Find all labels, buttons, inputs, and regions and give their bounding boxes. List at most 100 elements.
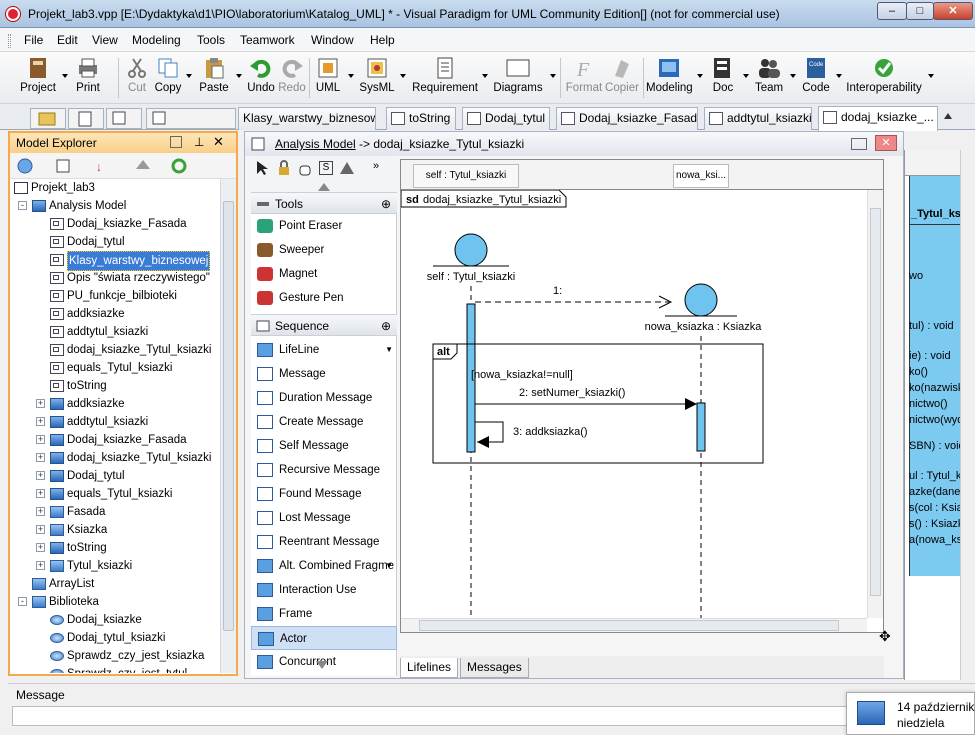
- sort-icon[interactable]: ↓: [94, 157, 112, 175]
- palette-item[interactable]: Interaction Use: [251, 578, 397, 602]
- redo-button[interactable]: Redo: [277, 54, 307, 102]
- palette-item[interactable]: Recursive Message: [251, 458, 397, 482]
- diagram-canvas[interactable]: self : Tytul_ksiazki nowa_ksi... sd doda…: [400, 159, 884, 633]
- tree-item[interactable]: toString: [10, 377, 220, 395]
- paste-button[interactable]: Paste: [196, 54, 232, 102]
- tab-dodaj-ksiazke-tytul[interactable]: dodaj_ksiazke_...: [818, 106, 938, 131]
- requirement-dropdown[interactable]: [482, 74, 488, 78]
- tree-item[interactable]: Opis "świata rzeczywistego": [10, 269, 220, 287]
- tab-dodaj-ksiazke-fasada[interactable]: Dodaj_ksiazke_Fasada: [556, 107, 698, 130]
- expand-icon[interactable]: +: [36, 435, 45, 444]
- requirement-button[interactable]: Requirement: [410, 54, 480, 102]
- menu-file[interactable]: File: [24, 33, 43, 47]
- menu-edit[interactable]: Edit: [57, 33, 78, 47]
- palette-item[interactable]: Lost Message: [251, 506, 397, 530]
- expand-icon[interactable]: +: [36, 543, 45, 552]
- doc-dropdown[interactable]: [743, 74, 749, 78]
- tree-item[interactable]: ArrayList: [10, 575, 220, 593]
- copy-button[interactable]: Copy: [152, 54, 184, 102]
- project-dropdown[interactable]: [62, 74, 68, 78]
- expand-icon[interactable]: +: [36, 471, 45, 480]
- menu-modeling[interactable]: Modeling: [132, 33, 181, 47]
- sysml-dropdown[interactable]: [400, 74, 406, 78]
- palette-scroll-down-icon[interactable]: [315, 660, 329, 670]
- print-button[interactable]: Print: [70, 54, 106, 102]
- cut-button[interactable]: Cut: [122, 54, 152, 102]
- copy-dropdown[interactable]: [186, 74, 192, 78]
- tree-item[interactable]: Klasy_warstwy_biznesowej: [10, 251, 220, 271]
- snap-icon[interactable]: S: [319, 161, 333, 175]
- uml-button[interactable]: UML: [312, 54, 344, 102]
- expand-icon[interactable]: +: [36, 417, 45, 426]
- date-popup[interactable]: 14 października niedziela: [846, 692, 975, 735]
- tree-item[interactable]: Projekt_lab3: [10, 179, 220, 197]
- tree-item[interactable]: Dodaj_ksiazke_Fasada: [10, 215, 220, 233]
- tree-item[interactable]: addksiazke: [10, 305, 220, 323]
- refresh-icon[interactable]: [170, 157, 188, 175]
- breadcrumb-link-analysis-model[interactable]: Analysis Model: [275, 137, 356, 151]
- new-model-icon[interactable]: [16, 157, 34, 175]
- maximize-button[interactable]: □: [906, 2, 934, 20]
- palette-group-sequence[interactable]: Sequence ⊕: [251, 314, 397, 336]
- lock-icon[interactable]: [277, 160, 291, 176]
- tab-dodaj-tytul[interactable]: Dodaj_tytul: [462, 107, 550, 130]
- pin-icon[interactable]: ⊕: [381, 193, 391, 215]
- code-button[interactable]: Code Code: [800, 54, 832, 102]
- palette-item[interactable]: Create Message: [251, 410, 397, 434]
- modeling-dropdown[interactable]: [697, 74, 703, 78]
- lane-header-nowa[interactable]: nowa_ksi...: [673, 164, 729, 188]
- team-dropdown[interactable]: [790, 74, 796, 78]
- tree-item[interactable]: + Ksiazka: [10, 521, 220, 539]
- tree-item[interactable]: + Tytul_ksiazki: [10, 557, 220, 575]
- uml-dropdown[interactable]: [348, 74, 354, 78]
- tab-tostring[interactable]: toString: [386, 107, 456, 130]
- hand-icon[interactable]: [297, 160, 313, 176]
- tab-klasy-warstwy[interactable]: Klasy_warstwy_biznesowej: [238, 107, 376, 130]
- tree-item[interactable]: + equals_Tytul_ksiazki: [10, 485, 220, 503]
- expand-icon[interactable]: +: [36, 525, 45, 534]
- collapse-icon[interactable]: -: [18, 597, 27, 606]
- tree-item[interactable]: + addtytul_ksiazki: [10, 413, 220, 431]
- tree-view-icon[interactable]: [54, 157, 72, 175]
- tree-item[interactable]: + addksiazke: [10, 395, 220, 413]
- palette-scroll-up-icon[interactable]: [317, 182, 331, 192]
- lane-header-self[interactable]: self : Tytul_ksiazki: [413, 164, 519, 188]
- modeling-button[interactable]: Modeling: [646, 54, 693, 102]
- tree-item[interactable]: + Dodaj_ksiazke_Fasada: [10, 431, 220, 449]
- move-icon[interactable]: ✥: [879, 628, 891, 645]
- palette-item[interactable]: Self Message: [251, 434, 397, 458]
- doc-button[interactable]: Doc: [706, 54, 740, 102]
- tree-item[interactable]: dodaj_ksiazke_Tytul_ksiazki: [10, 341, 220, 359]
- scroll-thumb[interactable]: [870, 208, 881, 596]
- restore-icon[interactable]: [851, 138, 867, 150]
- project-button[interactable]: Project: [18, 54, 58, 102]
- palette-more-icon[interactable]: »: [373, 160, 379, 172]
- palette-item[interactable]: Message: [251, 362, 397, 386]
- tree-item[interactable]: - Biblioteka: [10, 593, 220, 611]
- tab-class-panel[interactable]: [106, 108, 142, 129]
- menu-tools[interactable]: Tools: [197, 33, 225, 47]
- tree-item[interactable]: - Analysis Model: [10, 197, 220, 215]
- tree-item[interactable]: Dodaj_tytul_ksiazki: [10, 629, 220, 647]
- palette-item[interactable]: Duration Message: [251, 386, 397, 410]
- menu-teamwork[interactable]: Teamwork: [240, 33, 295, 47]
- navigate-back-icon[interactable]: [134, 157, 152, 175]
- canvas-hscrollbar[interactable]: [401, 618, 867, 632]
- menu-help[interactable]: Help: [370, 33, 395, 47]
- tab-lifelines[interactable]: Lifelines: [400, 658, 459, 678]
- sysml-button[interactable]: SysML: [358, 54, 396, 102]
- palette-item[interactable]: Alt. Combined Fragme ▼: [251, 554, 397, 578]
- activation-bar-nowa[interactable]: [696, 402, 706, 452]
- tab-model-panel[interactable]: [68, 108, 104, 129]
- dropdown-arrow-icon[interactable]: ▼: [385, 554, 393, 578]
- tree-item[interactable]: Sprawdz_czy_jest_ksiazka: [10, 647, 220, 665]
- collapse-icon[interactable]: -: [18, 201, 27, 210]
- minimize-button[interactable]: –: [877, 2, 907, 20]
- expand-icon[interactable]: +: [36, 507, 45, 516]
- paste-dropdown[interactable]: [236, 74, 242, 78]
- dropdown-arrow-icon[interactable]: ▼: [385, 338, 393, 362]
- palette-item[interactable]: Reentrant Message: [251, 530, 397, 554]
- tree-item[interactable]: Dodaj_tytul: [10, 233, 220, 251]
- diagrams-button[interactable]: Diagrams: [492, 54, 544, 102]
- expand-icon[interactable]: +: [36, 561, 45, 570]
